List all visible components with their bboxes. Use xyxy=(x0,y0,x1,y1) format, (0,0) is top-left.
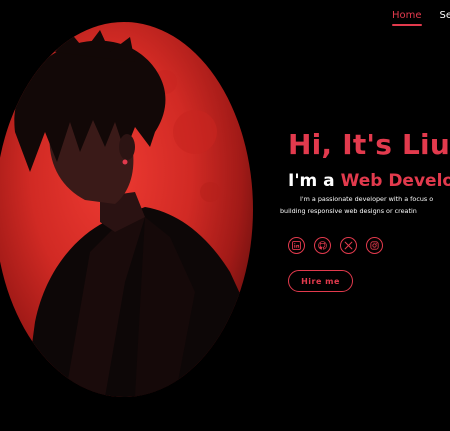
social-links xyxy=(288,237,383,254)
github-link[interactable] xyxy=(314,237,331,254)
bio-line-2: building responsive web designs or creat… xyxy=(280,207,417,215)
nav-home-link[interactable]: Home xyxy=(392,10,422,26)
portfolio-page: Home Ser Hi, It's Lius I'm a Web Develo xyxy=(0,0,450,431)
portrait-illustration xyxy=(14,30,253,397)
hero-greeting: Hi, It's Lius xyxy=(288,128,450,161)
hero-bio: I'm a passionate developer with a focus … xyxy=(280,193,450,217)
instagram-icon xyxy=(370,241,379,250)
linkedin-icon xyxy=(292,241,301,250)
nav-services-link[interactable]: Ser xyxy=(440,10,450,24)
linkedin-link[interactable] xyxy=(288,237,305,254)
hero-portrait-image xyxy=(0,22,253,397)
x-link[interactable] xyxy=(340,237,357,254)
hire-me-button[interactable]: Hire me xyxy=(288,270,353,292)
github-icon xyxy=(318,241,327,250)
x-icon xyxy=(344,241,353,250)
instagram-link[interactable] xyxy=(366,237,383,254)
hero-role-line: I'm a Web Developer xyxy=(288,171,450,191)
role-prefix: I'm a xyxy=(288,171,341,191)
top-nav: Home Ser xyxy=(392,10,450,26)
role-title: Web Developer xyxy=(340,171,450,191)
bio-line-1: I'm a passionate developer with a focus … xyxy=(300,195,434,203)
